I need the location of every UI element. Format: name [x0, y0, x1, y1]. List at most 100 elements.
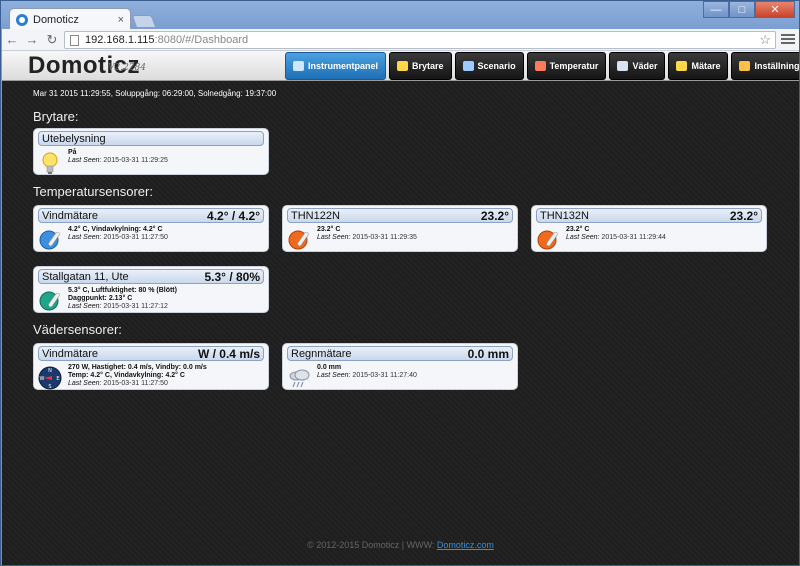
last-seen-label: Last Seen: [317, 234, 351, 241]
browser-toolbar: ← → ↻ 192.168.1.115:8080/#/Dashboard ☆ [2, 29, 799, 51]
dewpoint-details: Daggpunkt: 2.13° C [68, 295, 133, 302]
app-version: V2.2284 [108, 63, 146, 73]
device-name: THN132N [540, 209, 589, 222]
nav-instrumentpanel[interactable]: Instrumentpanel [285, 52, 387, 80]
nav-inställningar[interactable]: Inställningar▾ [731, 52, 799, 80]
last-seen-label: Last Seen: [317, 372, 351, 379]
last-seen-label: Last Seen: [68, 234, 102, 241]
thermometer-icon [534, 61, 546, 71]
wind-details: 270 W, Hastighet: 0.4 m/s, Vindby: 0.0 m… [68, 364, 207, 371]
wind-temp-details: Temp: 4.2° C, Vindavkylning: 4.2° C [68, 372, 185, 379]
minimize-button[interactable]: — [703, 1, 729, 18]
maximize-button[interactable]: □ [729, 1, 755, 18]
section-title-weather: Vädersensorer: [33, 322, 122, 337]
back-arrow-icon[interactable]: ← [2, 32, 22, 47]
device-details: 4.2° C, Vindavkylning: 4.2° C Last Seen:… [68, 226, 264, 242]
page-icon [70, 35, 79, 46]
last-seen-value: 2015-03-31 11:27:40 [352, 372, 417, 379]
close-window-button[interactable]: ✕ [755, 1, 795, 18]
nav-label: Mätare [691, 61, 721, 71]
card-header: THN122N 23.2° [287, 208, 513, 223]
rain-details: 0.0 mm [317, 364, 342, 371]
footer-link[interactable]: Domoticz.com [437, 540, 494, 550]
device-details: 270 W, Hastighet: 0.4 m/s, Vindby: 0.0 m… [68, 364, 264, 388]
cold-thermometer-icon[interactable] [38, 227, 62, 253]
nav-label: Inställningar [754, 61, 799, 71]
card-header: THN132N 23.2° [536, 208, 762, 223]
device-details: 0.0 mm Last Seen: 2015-03-31 11:27:40 [317, 364, 513, 380]
compass-w: W [40, 376, 45, 382]
tools-icon [739, 61, 751, 71]
cloud-icon [617, 61, 629, 71]
nav-label: Temperatur [549, 61, 599, 71]
compass-n: N [48, 368, 52, 374]
card-header: Utebelysning [38, 131, 264, 146]
browser-menu-icon[interactable] [781, 32, 795, 46]
url-path: :8080/#/Dashboard [154, 34, 249, 46]
nav-scenario[interactable]: Scenario [454, 52, 524, 80]
device-value: 23.2° [729, 208, 758, 223]
last-seen-label: Last Seen: [68, 303, 102, 310]
last-seen-value: 2015-03-31 11:29:25 [103, 157, 168, 164]
device-value: W / 0.4 m/s [197, 346, 260, 361]
last-seen-value: 2015-03-31 11:27:50 [103, 234, 168, 241]
device-name: Vindmätare [42, 209, 99, 222]
nav-temperatur[interactable]: Temperatur [526, 52, 607, 80]
device-details: 23.2° C Last Seen: 2015-03-31 11:29:44 [566, 226, 762, 242]
card-header: Vindmätare 4.2° / 4.2° [38, 208, 264, 223]
device-card-utebelysning: Utebelysning På Last Seen: 2015-03-31 11… [33, 128, 269, 175]
nav-brytare[interactable]: Brytare [389, 52, 452, 80]
dashboard-page: Domoticz V2.2284 Instrumentpanel Brytare S… [2, 51, 799, 565]
temp-details: 23.2° C [317, 226, 341, 233]
browser-tab[interactable]: Domoticz × [9, 8, 131, 30]
section-title-switches: Brytare: [33, 109, 79, 124]
card-header: Regnmätare 0.0 mm [287, 346, 513, 361]
lightbulb-icon[interactable] [38, 150, 62, 176]
nav-mätare[interactable]: Mätare [668, 52, 729, 80]
bookmark-star-icon[interactable]: ☆ [759, 32, 771, 48]
dashboard-icon [293, 61, 304, 71]
last-seen-value: 2015-03-31 11:29:35 [352, 234, 417, 241]
device-card-vindmatare-temp: Vindmätare 4.2° / 4.2° 4.2° C, Vindavkyl… [33, 205, 269, 252]
page-footer: © 2012-2015 Domoticz | WWW: Domoticz.com [2, 540, 799, 550]
humidity-thermometer-icon[interactable] [38, 288, 62, 314]
last-seen-label: Last Seen: [68, 380, 102, 387]
nav-label: Väder [632, 61, 658, 71]
address-bar[interactable]: 192.168.1.115:8080/#/Dashboard ☆ [64, 31, 776, 49]
rain-cloud-icon[interactable] [287, 365, 311, 391]
device-details: 23.2° C Last Seen: 2015-03-31 11:29:35 [317, 226, 513, 242]
device-value: 0.0 mm [467, 346, 509, 361]
window-controls: — □ ✕ [703, 1, 795, 18]
lightning-icon [676, 61, 688, 71]
compass-s: S [48, 384, 51, 390]
sun-times-status: Mar 31 2015 11:29:55, Soluppgång: 06:29:… [33, 89, 277, 98]
scene-icon [462, 61, 474, 71]
device-name: Regnmätare [291, 347, 352, 360]
app-navbar: Domoticz V2.2284 Instrumentpanel Brytare S… [2, 51, 799, 81]
new-tab-button[interactable] [131, 15, 157, 28]
reload-icon[interactable]: ↻ [42, 32, 62, 48]
forward-arrow-icon[interactable]: → [22, 32, 42, 47]
card-header: Stallgatan 11, Ute 5.3° / 80% [38, 269, 264, 284]
last-seen-label: Last Seen: [566, 234, 600, 241]
warm-thermometer-icon[interactable] [536, 227, 560, 253]
wind-compass-icon[interactable]: N S W E [38, 365, 62, 391]
tab-close-icon[interactable]: × [118, 14, 124, 26]
last-seen-value: 2015-03-31 11:27:12 [103, 303, 168, 310]
nav-label: Brytare [412, 61, 444, 71]
device-card-vindmatare-wind: Vindmätare W / 0.4 m/s N S W E 270 W, Ha… [33, 343, 269, 390]
device-name: Utebelysning [42, 132, 106, 145]
device-value: 5.3° / 80% [204, 269, 261, 284]
tab-title: Domoticz [33, 13, 79, 26]
device-name: THN122N [291, 209, 340, 222]
main-nav: Instrumentpanel Brytare Scenario Temperatur… [285, 52, 799, 80]
nav-label: Scenario [477, 61, 516, 71]
lightbulb-icon [397, 61, 409, 71]
device-name: Stallgatan 11, Ute [42, 270, 129, 283]
device-card-thn132n: THN132N 23.2° 23.2° C Last Seen: 2015-03… [531, 205, 767, 252]
device-card-stallgatan: Stallgatan 11, Ute 5.3° / 80% 5.3° C, Lu… [33, 266, 269, 313]
warm-thermometer-icon[interactable] [287, 227, 311, 253]
card-header: Vindmätare W / 0.4 m/s [38, 346, 264, 361]
nav-väder[interactable]: Väder [609, 52, 666, 80]
footer-copyright: © 2012-2015 Domoticz | WWW: [307, 540, 437, 550]
